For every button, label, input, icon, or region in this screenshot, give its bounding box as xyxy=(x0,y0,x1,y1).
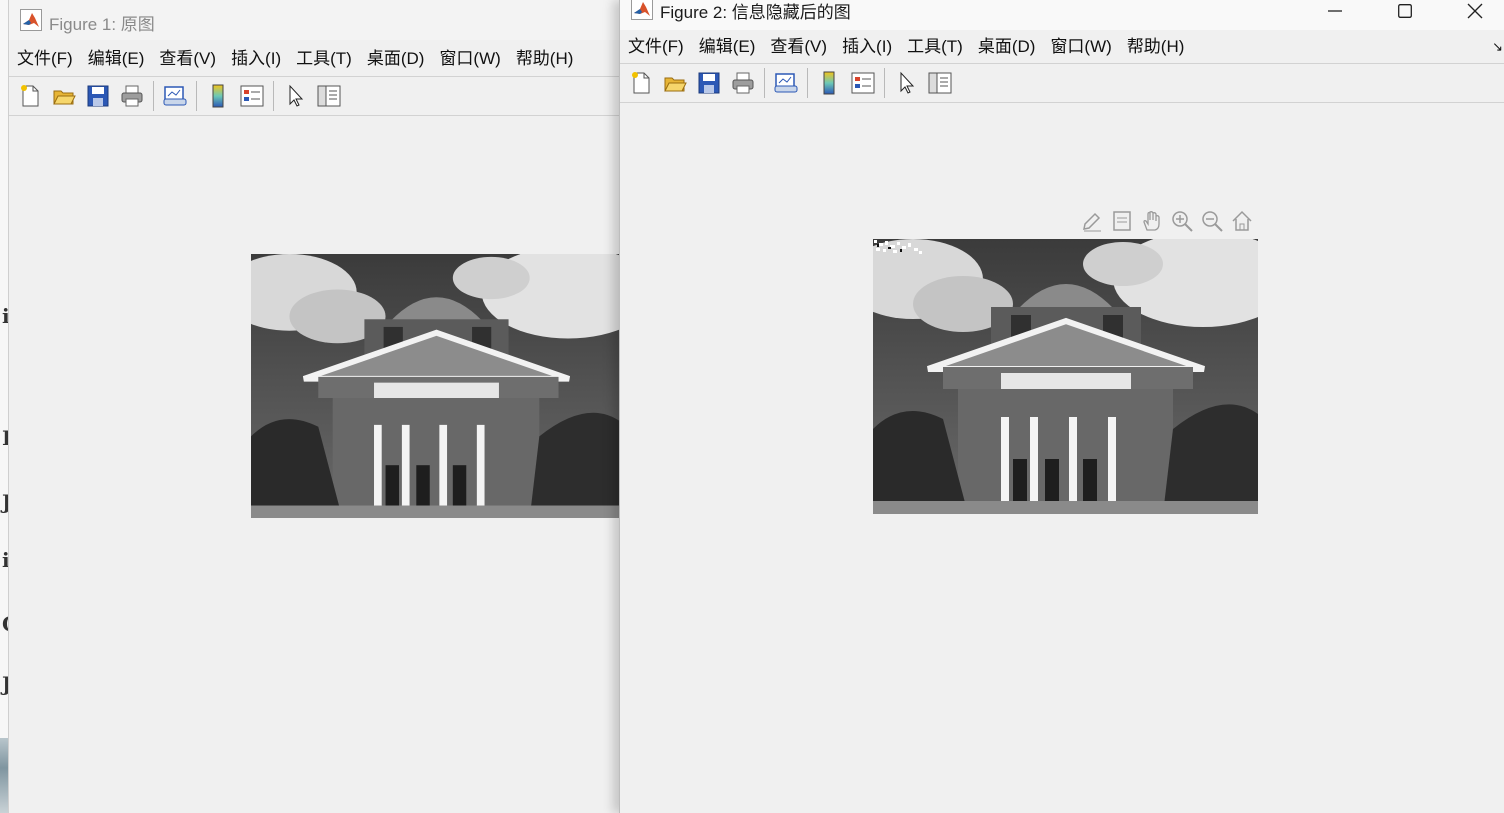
toolbar-separator xyxy=(764,68,765,98)
property-inspector-icon[interactable] xyxy=(314,81,344,111)
open-file-icon[interactable] xyxy=(660,68,690,98)
menu-insert[interactable]: 插入(I) xyxy=(223,45,288,73)
close-icon xyxy=(1467,3,1483,19)
print-icon[interactable] xyxy=(117,81,147,111)
zoom-out-icon[interactable] xyxy=(1198,208,1226,234)
maximize-button[interactable] xyxy=(1382,0,1428,26)
restore-view-home-icon[interactable] xyxy=(1228,208,1256,234)
toolbar-separator xyxy=(153,81,154,111)
figure2-window[interactable]: Figure 2: 信息隐藏后的图 文件(F) 编辑(E) 查看(V) 插入(I… xyxy=(619,0,1504,813)
original-image xyxy=(251,254,621,518)
menu-insert[interactable]: 插入(I) xyxy=(834,33,899,61)
new-figure-icon[interactable] xyxy=(15,81,45,111)
window-title: Figure 1: 原图 xyxy=(49,15,155,34)
save-icon[interactable] xyxy=(83,81,113,111)
menu-desktop[interactable]: 桌面(D) xyxy=(970,33,1043,61)
matlab-logo-icon xyxy=(20,9,42,31)
figure1-window[interactable]: Figure 1: 原图 文件(F) 编辑(E) 查看(V) 插入(I) 工具(… xyxy=(8,0,621,813)
toolbar-separator xyxy=(196,81,197,111)
zoom-in-icon[interactable] xyxy=(1168,208,1196,234)
figure1-toolbar xyxy=(9,77,621,115)
property-inspector-icon[interactable] xyxy=(925,68,955,98)
maximize-icon xyxy=(1398,4,1412,18)
axes-toolbar xyxy=(1078,208,1256,234)
minimize-icon xyxy=(1328,10,1342,12)
menu-help[interactable]: 帮助(H) xyxy=(508,45,581,73)
menu-desktop[interactable]: 桌面(D) xyxy=(359,45,432,73)
toolbar-separator xyxy=(884,68,885,98)
link-plot-icon[interactable] xyxy=(771,68,801,98)
menu-edit[interactable]: 编辑(E) xyxy=(80,45,152,73)
figure1-menubar: 文件(F) 编辑(E) 查看(V) 插入(I) 工具(T) 桌面(D) 窗口(W… xyxy=(9,44,621,74)
select-arrow-icon[interactable] xyxy=(280,81,310,111)
brush-icon[interactable] xyxy=(1078,208,1106,234)
menu-edit[interactable]: 编辑(E) xyxy=(691,33,763,61)
colorbar-icon[interactable] xyxy=(203,81,233,111)
datatip-icon[interactable] xyxy=(1108,208,1136,234)
toolbar-separator xyxy=(807,68,808,98)
stego-image xyxy=(873,239,1258,514)
menu-file[interactable]: 文件(F) xyxy=(620,33,691,61)
open-file-icon[interactable] xyxy=(49,81,79,111)
minimize-button[interactable] xyxy=(1312,0,1358,26)
select-arrow-icon[interactable] xyxy=(891,68,921,98)
print-icon[interactable] xyxy=(728,68,758,98)
figure2-toolbar xyxy=(620,64,1504,102)
colorbar-icon[interactable] xyxy=(814,68,844,98)
menu-view[interactable]: 查看(V) xyxy=(762,33,834,61)
menu-file[interactable]: 文件(F) xyxy=(9,45,80,73)
legend-icon[interactable] xyxy=(848,68,878,98)
menubar-overflow-icon[interactable]: ↘ xyxy=(1492,39,1503,55)
menu-tools[interactable]: 工具(T) xyxy=(288,45,359,73)
new-figure-icon[interactable] xyxy=(626,68,656,98)
menu-help[interactable]: 帮助(H) xyxy=(1119,33,1192,61)
menu-window[interactable]: 窗口(W) xyxy=(431,45,507,73)
close-button[interactable] xyxy=(1452,0,1498,26)
figure2-menubar: 文件(F) 编辑(E) 查看(V) 插入(I) 工具(T) 桌面(D) 窗口(W… xyxy=(620,32,1504,62)
pan-hand-icon[interactable] xyxy=(1138,208,1166,234)
desktop: i I J i C J Figure 1: 原图 文件(F) 编辑(E) 查看(… xyxy=(0,0,1504,813)
legend-icon[interactable] xyxy=(237,81,267,111)
link-plot-icon[interactable] xyxy=(160,81,190,111)
figure1-titlebar[interactable]: Figure 1: 原图 xyxy=(9,0,621,40)
menu-window[interactable]: 窗口(W) xyxy=(1042,33,1118,61)
figure2-titlebar[interactable]: Figure 2: 信息隐藏后的图 xyxy=(620,0,1504,30)
figure1-canvas[interactable] xyxy=(9,116,621,813)
figure2-canvas[interactable] xyxy=(620,103,1504,813)
menu-view[interactable]: 查看(V) xyxy=(151,45,223,73)
matlab-logo-icon xyxy=(631,0,653,20)
window-title: Figure 2: 信息隐藏后的图 xyxy=(660,3,851,22)
toolbar-separator xyxy=(273,81,274,111)
menu-tools[interactable]: 工具(T) xyxy=(899,33,970,61)
save-icon[interactable] xyxy=(694,68,724,98)
